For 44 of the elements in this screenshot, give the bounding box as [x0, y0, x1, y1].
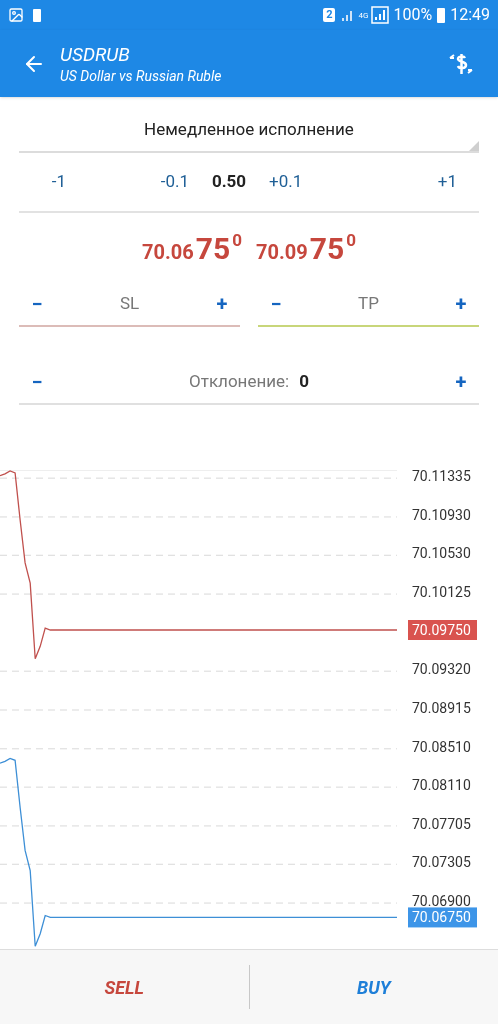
symbol-description: US Dollar vs Russian Ruble: [60, 66, 223, 85]
axis-label: 70.07305: [412, 854, 471, 871]
axis-label: 70.08110: [412, 777, 471, 794]
decrease-volume-button[interactable]: -0.1: [99, 169, 189, 195]
image-icon: [8, 7, 24, 23]
deviation-value: 0: [299, 370, 309, 394]
price-field[interactable]: − TP +: [258, 283, 479, 327]
increase-volume-button[interactable]: +1: [319, 169, 479, 195]
buy-button[interactable]: BUY: [249, 950, 498, 1024]
axis-label: 70.11335: [412, 470, 471, 485]
volume-field[interactable]: -1 -0.1 0.50 +0.1 +1: [19, 153, 479, 213]
minus-button[interactable]: −: [264, 289, 288, 319]
price-tag: 70.06750: [408, 907, 477, 928]
battery-icon: [436, 6, 447, 24]
clock: 12:49: [450, 4, 490, 26]
minus-button[interactable]: −: [25, 367, 49, 397]
plus-button[interactable]: +: [449, 367, 473, 397]
deviation-label: Отклонение:: [189, 370, 290, 394]
sim-badge: 2: [323, 8, 336, 22]
axis-label: 70.09320: [412, 661, 471, 678]
axis-label: 70.10930: [412, 506, 471, 523]
signal-icon: [371, 6, 390, 24]
network-label: 4G: [358, 10, 369, 20]
plus-button[interactable]: +: [210, 289, 234, 319]
order-type-dropdown[interactable]: Немедленное исполнение: [19, 117, 479, 153]
axis-label: 70.07705: [412, 815, 471, 832]
battery-level: 100%: [393, 4, 433, 26]
sell-button[interactable]: SELL: [0, 950, 249, 1024]
minus-button[interactable]: −: [25, 289, 49, 319]
plus-button[interactable]: +: [449, 289, 473, 319]
volume-value: 0.50: [210, 170, 248, 194]
axis-label: 70.08510: [412, 738, 471, 755]
decrease-volume-button[interactable]: -1: [19, 169, 99, 195]
axis-label: 70.08915: [412, 700, 471, 716]
axis-label: 70.10530: [412, 545, 471, 562]
axis-label: 70.10125: [412, 584, 471, 601]
dropdown-triangle-icon: [469, 141, 479, 151]
price-field[interactable]: − SL +: [19, 283, 240, 327]
axis-label: 70.06900: [412, 893, 471, 910]
battery-icon: [32, 7, 42, 23]
price-tag: 70.09750: [408, 620, 477, 640]
increase-volume-button[interactable]: +0.1: [269, 169, 319, 195]
symbol-title: USDRUB: [60, 42, 131, 67]
deviation-field[interactable]: − Отклонение: 0 +: [19, 361, 479, 405]
